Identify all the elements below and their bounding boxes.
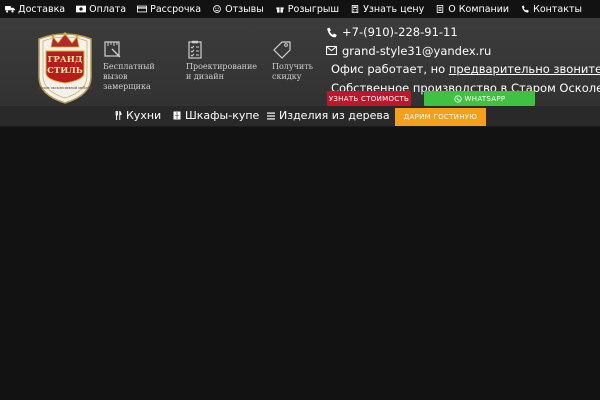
feature-text: Бесплатный вызов замерщика — [103, 62, 155, 91]
measure-icon — [104, 41, 121, 58]
tag-icon — [273, 41, 291, 59]
get-price-button[interactable]: Узнать стоимость — [327, 91, 411, 106]
checklist-icon — [188, 40, 202, 59]
calculator-icon — [351, 5, 359, 13]
gift-living-room-label: Дарим гостиную — [403, 113, 478, 121]
contact-email[interactable]: grand-style31@yandex.ru — [326, 42, 596, 61]
feature-free-measure[interactable]: Бесплатный вызов замерщика — [103, 40, 155, 92]
wardrobe-icon — [173, 111, 181, 120]
email-address: grand-style31@yandex.ru — [342, 43, 492, 58]
topbar-link-price[interactable]: Узнать цену — [350, 4, 424, 15]
topbar-label: Контакты — [533, 3, 582, 15]
whatsapp-label: WhatsApp — [464, 94, 506, 103]
gift-living-room-button[interactable]: Дарим гостиную — [395, 108, 486, 126]
gift-icon — [276, 7, 284, 13]
cutlery-icon — [115, 111, 122, 120]
phone-number: +7-(910)-228-91-11 — [342, 25, 458, 40]
envelope-icon — [326, 46, 337, 56]
nav-item-wood-products[interactable]: Изделия из дерева — [267, 109, 390, 122]
topbar-link-payment[interactable]: Оплата — [76, 4, 126, 15]
nav-item-kitchens[interactable]: Кухни — [115, 109, 161, 122]
whatsapp-button[interactable]: WhatsApp — [424, 91, 535, 106]
phone-icon — [327, 27, 337, 38]
topbar-link-giveaway[interactable]: Розыгрыш — [275, 4, 339, 15]
money-icon — [76, 5, 87, 13]
menu-icon — [267, 112, 275, 119]
logo-text-line1: ГРАНД — [48, 55, 83, 65]
topbar-link-installment[interactable]: Рассрочка — [137, 4, 201, 15]
logo-text-line2: СТИЛЬ — [47, 66, 83, 76]
call-ahead-link[interactable]: предварительно звоните! — [449, 62, 600, 76]
feature-design[interactable]: Проектирование и дизайн — [186, 40, 257, 82]
nav-item-wardrobes[interactable]: Шкафы-купе — [173, 109, 259, 122]
contact-info: +7-(910)-228-91-11 grand-style31@yandex.… — [326, 23, 600, 97]
feature-text: Получить скидку — [272, 62, 313, 81]
credit-card-icon — [137, 5, 148, 13]
main-nav: Кухни Шкафы-купе Изделия из дерева — [0, 106, 600, 127]
feature-discount[interactable]: Получить скидку — [272, 40, 313, 82]
topbar-link-delivery[interactable]: Доставка — [5, 4, 65, 15]
nav-label: Изделия из дерева — [279, 109, 390, 122]
topbar-label: Розыгрыш — [287, 3, 340, 15]
topbar-link-about[interactable]: О Компании — [435, 4, 509, 15]
company-logo[interactable]: ГРАНД СТИЛЬ Салон эксклюзивной мебели — [35, 25, 95, 105]
get-price-label: Узнать стоимость — [328, 94, 410, 103]
feature-text: Проектирование и дизайн — [186, 62, 258, 81]
topbar-link-contacts[interactable]: Контакты — [520, 4, 582, 15]
topbar-label: Рассрочка — [150, 3, 202, 15]
topbar-label: О Компании — [448, 3, 510, 15]
document-icon — [437, 5, 444, 13]
contact-phone[interactable]: +7-(910)-228-91-11 — [326, 23, 596, 42]
topbar-label: Узнать цену — [363, 3, 425, 15]
contact-hours: Офис работает, но предварительно звоните… — [326, 60, 600, 79]
topbar-label: Доставка — [18, 3, 66, 15]
nav-label: Шкафы-купе — [185, 109, 260, 122]
truck-icon — [5, 6, 16, 13]
main-content — [0, 127, 600, 400]
logo-tagline: Салон эксклюзивной мебели — [38, 86, 92, 90]
nav-label: Кухни — [126, 109, 162, 122]
topbar-link-reviews[interactable]: Отзывы — [212, 4, 264, 15]
top-bar: Доставка Оплата Рассрочка Отзывы Розыгры… — [0, 0, 600, 18]
whatsapp-icon — [453, 94, 462, 103]
hours-text: Офис работает, но — [331, 62, 449, 77]
topbar-label: Отзывы — [225, 3, 264, 15]
phone-icon — [521, 5, 529, 13]
smile-icon — [213, 5, 221, 13]
topbar-label: Оплата — [89, 3, 127, 15]
